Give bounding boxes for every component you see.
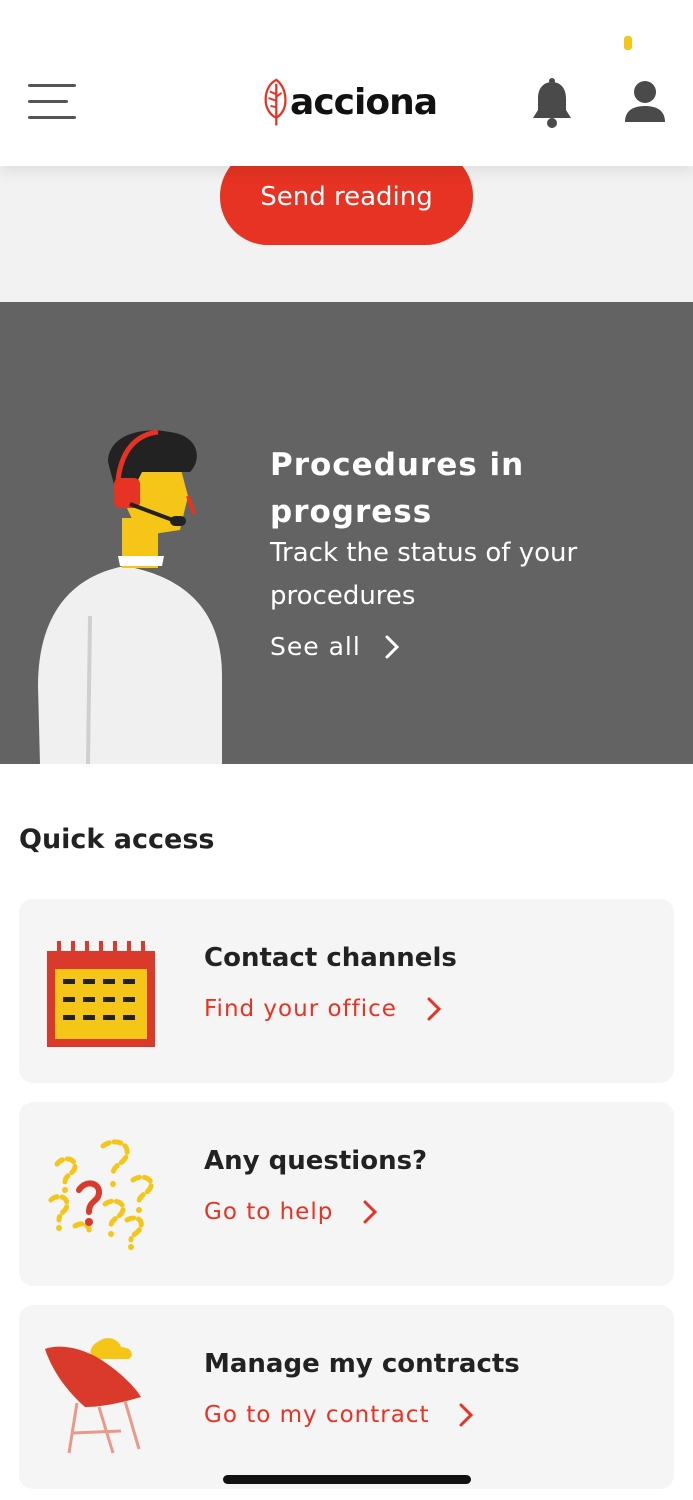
status-dot — [624, 36, 632, 50]
card-link-label: Go to my contract — [204, 1402, 430, 1428]
any-questions-card[interactable]: Any questions? Go to help — [19, 1102, 674, 1286]
chevron-right-icon — [459, 1403, 474, 1427]
card-link-label: Go to help — [204, 1199, 334, 1225]
chair-icon — [45, 1338, 141, 1454]
calendar-icon — [47, 941, 155, 1047]
see-all-label: See all — [270, 632, 361, 661]
card-title: Contact channels — [204, 943, 457, 973]
bell-icon[interactable] — [530, 78, 574, 128]
quick-access-section: Quick access Contact channels Find your … — [0, 764, 693, 1500]
support-agent-illustration — [38, 429, 222, 764]
user-icon[interactable] — [622, 80, 668, 124]
quick-access-title: Quick access — [19, 824, 215, 855]
procedures-banner[interactable]: Procedures in progress Track the status … — [0, 302, 693, 764]
see-all-link[interactable]: See all — [270, 632, 399, 661]
question-marks-icon — [48, 1139, 154, 1250]
acciona-logo[interactable]: acciona — [262, 64, 438, 140]
chevron-right-icon — [363, 1200, 378, 1224]
chevron-right-icon — [385, 635, 399, 658]
go-to-help-link[interactable]: Go to help — [204, 1199, 378, 1225]
brand-name: acciona — [290, 81, 438, 123]
card-title: Manage my contracts — [204, 1349, 520, 1379]
find-office-link[interactable]: Find your office — [204, 996, 441, 1022]
go-to-contract-link[interactable]: Go to my contract — [204, 1402, 474, 1428]
leaf-logo-icon — [264, 78, 287, 126]
card-link-label: Find your office — [204, 996, 397, 1022]
chevron-right-icon — [427, 997, 441, 1021]
procedures-title: Procedures in progress — [270, 447, 525, 530]
home-indicator[interactable] — [223, 1475, 471, 1484]
contact-channels-card[interactable]: Contact channels Find your office — [19, 899, 674, 1083]
procedures-subtitle: Track the status of your procedures — [270, 538, 578, 611]
manage-contracts-card[interactable]: Manage my contracts Go to my contract — [19, 1305, 674, 1489]
card-title: Any questions? — [204, 1146, 428, 1176]
app-header: acciona — [0, 0, 693, 166]
hamburger-menu-icon[interactable] — [28, 84, 78, 120]
